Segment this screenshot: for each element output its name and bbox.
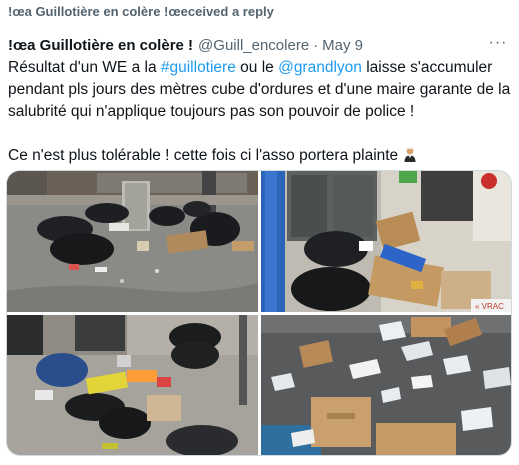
display-name[interactable]: !œa Guillotière en colère ! xyxy=(8,37,193,54)
text-segment: Résultat d'un WE a la xyxy=(8,59,161,76)
media-grid: « VRAC xyxy=(6,170,512,456)
judge-emoji-icon xyxy=(402,146,418,162)
more-options-icon[interactable]: ··· xyxy=(487,34,509,56)
tweet-text: Résultat d'un WE a la #guillotiere ou le… xyxy=(8,57,513,167)
photo-cardboard-papers[interactable] xyxy=(261,315,511,455)
hashtag-link[interactable]: #guillotiere xyxy=(161,59,236,76)
text-segment: ou le xyxy=(235,59,279,76)
photo-street-trash-bags[interactable] xyxy=(7,171,258,312)
mention-link[interactable]: @grandlyon xyxy=(278,59,362,76)
reply-context: !œa Guillotière en colère !œeceived a re… xyxy=(0,0,519,22)
text-segment: Ce n'est plus tolérable ! cette fois ci … xyxy=(8,147,399,164)
box-label-text: « VRAC xyxy=(475,302,504,311)
username[interactable]: @Guill_encolere xyxy=(198,37,309,54)
tweet-paragraph-2: Ce n'est plus tolérable ! cette fois ci … xyxy=(8,145,513,167)
photo-bins-cardboard[interactable]: « VRAC xyxy=(261,171,511,312)
tweet-date[interactable]: May 9 xyxy=(322,37,363,54)
separator-dot: · xyxy=(313,36,319,54)
reply-context-text: !œa Guillotière en colère !œeceived a re… xyxy=(8,4,274,19)
photo-sidewalk-bags[interactable] xyxy=(7,315,258,455)
tweet-header: !œa Guillotière en colère ! @Guill_encol… xyxy=(0,34,519,56)
tweet-paragraph-1: Résultat d'un WE a la #guillotiere ou le… xyxy=(8,57,513,123)
